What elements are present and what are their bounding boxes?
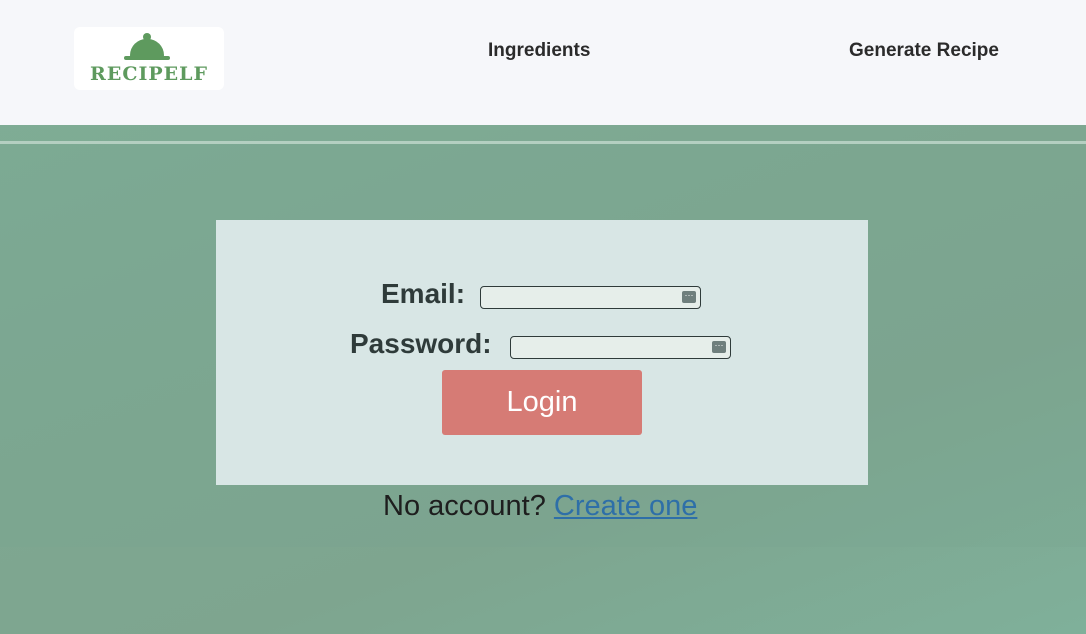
create-account-link[interactable]: Create one — [554, 490, 698, 522]
password-field[interactable] — [510, 336, 731, 359]
logo-text: RECIPELF — [90, 63, 208, 85]
email-field[interactable] — [480, 286, 701, 309]
cloche-icon — [130, 39, 164, 57]
signup-prompt-line: No account? Create one — [383, 490, 697, 523]
nav-link-generate-recipe[interactable]: Generate Recipe — [849, 40, 999, 62]
nav-link-ingredients[interactable]: Ingredients — [488, 40, 590, 62]
top-navbar: RECIPELF Ingredients Generate Recipe — [0, 0, 1086, 125]
password-manager-key-icon[interactable]: ··· — [682, 291, 696, 303]
password-label: Password: — [350, 328, 492, 359]
signup-prompt: No account? — [383, 490, 546, 522]
login-button[interactable]: Login — [442, 370, 642, 435]
password-manager-key-icon[interactable]: ··· — [712, 341, 726, 353]
cloche-icon-plate — [124, 56, 170, 60]
email-label: Email: — [381, 278, 466, 309]
recipelf-logo[interactable]: RECIPELF — [74, 27, 224, 90]
